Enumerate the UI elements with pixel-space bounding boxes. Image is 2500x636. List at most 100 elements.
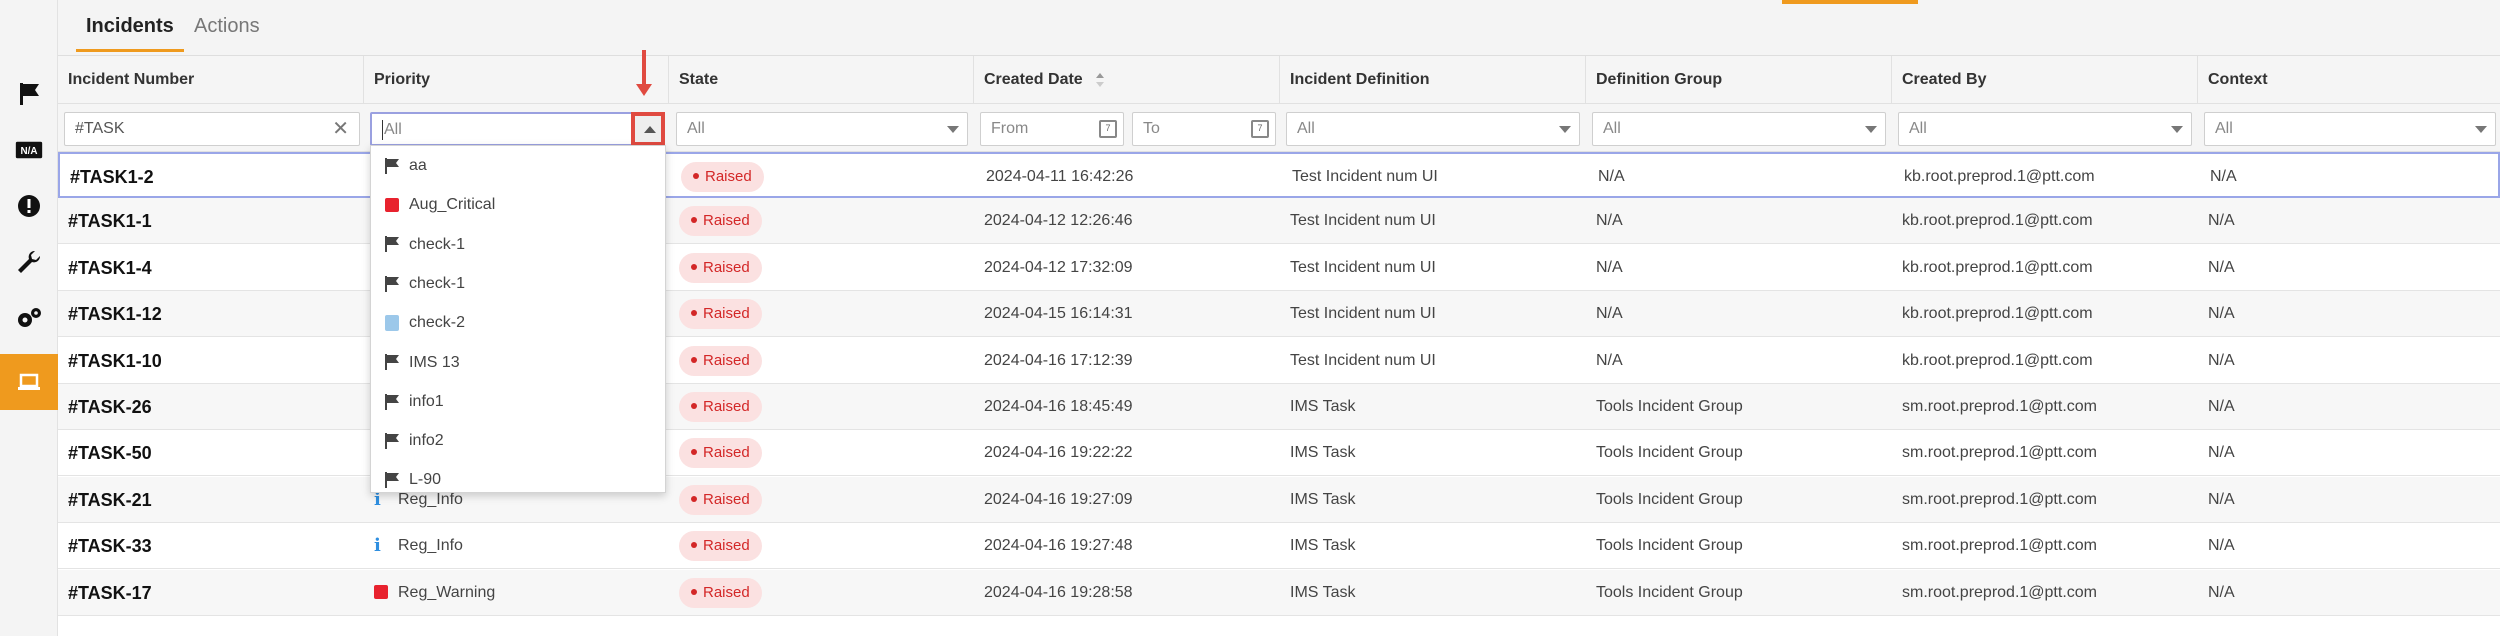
created-by-filter-select[interactable]: All xyxy=(1898,112,2192,146)
gears-icon xyxy=(18,308,41,327)
sidebar-item-na[interactable]: N/A xyxy=(0,122,58,178)
status-label: Raised xyxy=(703,305,750,323)
header-created-date[interactable]: Created Date xyxy=(974,56,1280,104)
tab-incidents[interactable]: Incidents xyxy=(76,12,184,52)
incident-number-cell[interactable]: #TASK1-4 xyxy=(58,245,364,291)
incident-definition-filter-value: All xyxy=(1297,120,1315,137)
flag-icon xyxy=(385,275,399,292)
flag-icon xyxy=(385,157,399,174)
incident-definition-cell: Test Incident num UI xyxy=(1290,351,1436,369)
priority-option[interactable]: L-90 xyxy=(371,460,665,492)
context-filter-value: All xyxy=(2215,120,2233,137)
priority-option[interactable]: IMS 13 xyxy=(371,343,665,382)
clear-icon[interactable]: ✕ xyxy=(332,113,349,145)
incident-number-cell[interactable]: #TASK1-2 xyxy=(60,154,366,200)
calendar-icon[interactable]: 7 xyxy=(1251,120,1269,138)
header-created-by[interactable]: Created By xyxy=(1892,56,2198,104)
created-date-cell: 2024-04-16 17:12:39 xyxy=(984,351,1133,369)
tab-actions[interactable]: Actions xyxy=(194,12,260,52)
status-dot-icon xyxy=(691,449,697,456)
date-to-placeholder: To xyxy=(1143,120,1160,137)
created-by-cell: kb.root.preprod.1@ptt.com xyxy=(1902,212,2093,230)
sidebar-item-incidents[interactable] xyxy=(0,66,58,122)
calendar-icon[interactable]: 7 xyxy=(1099,120,1117,138)
flag-icon xyxy=(385,432,399,449)
created-date-cell: 2024-04-16 19:27:09 xyxy=(984,490,1133,508)
status-badge: Raised xyxy=(679,484,762,515)
priority-option-label: aa xyxy=(409,157,427,174)
incident-number-cell[interactable]: #TASK-21 xyxy=(58,477,364,523)
status-dot-icon xyxy=(691,310,697,317)
context-cell: N/A xyxy=(2208,537,2235,555)
incident-number-cell[interactable]: #TASK-50 xyxy=(58,430,364,476)
incident-number-cell[interactable]: #TASK1-10 xyxy=(58,338,364,384)
status-label: Raised xyxy=(705,168,752,185)
priority-cell: Reg_Warning xyxy=(364,570,669,616)
flag-icon xyxy=(385,354,399,371)
context-cell: N/A xyxy=(2208,351,2235,369)
created-date-cell: 2024-04-12 17:32:09 xyxy=(984,258,1133,276)
priority-option-label: Aug_Critical xyxy=(409,196,496,214)
priority-option[interactable]: check-1 xyxy=(371,264,665,303)
priority-option-label: check-1 xyxy=(409,274,466,292)
incident-number-filter-value: #TASK xyxy=(75,120,125,137)
created-date-cell: 2024-04-16 19:28:58 xyxy=(984,583,1133,601)
date-from-input[interactable]: From 7 xyxy=(980,112,1124,146)
header-state[interactable]: State xyxy=(669,56,974,104)
header-context[interactable]: Context xyxy=(2198,56,2500,104)
definition-group-cell: Tools Incident Group xyxy=(1596,444,1743,462)
sidebar-item-settings[interactable] xyxy=(0,290,58,346)
date-to-input[interactable]: To 7 xyxy=(1132,112,1276,146)
definition-group-cell: N/A xyxy=(1598,168,1625,185)
sidebar-item-tools[interactable] xyxy=(0,234,58,290)
priority-option[interactable]: info1 xyxy=(371,382,665,421)
incident-definition-cell: IMS Task xyxy=(1290,583,1356,601)
header-incident-number[interactable]: Incident Number xyxy=(58,56,364,104)
status-label: Raised xyxy=(703,444,750,462)
status-label: Raised xyxy=(703,398,750,415)
priority-cell: i Reg_Info xyxy=(364,523,669,569)
table-row[interactable]: #TASK-17 Reg_Warning Raised 2024-04-16 19:2… xyxy=(58,569,2500,616)
priority-filter-select[interactable]: All xyxy=(370,112,665,146)
priority-option[interactable]: Aug_Critical xyxy=(371,185,665,224)
incident-definition-cell: IMS Task xyxy=(1290,537,1356,555)
priority-option[interactable]: info2 xyxy=(371,421,665,460)
priority-option[interactable]: check-2 xyxy=(371,303,665,342)
incident-number-cell[interactable]: #TASK-33 xyxy=(58,523,364,569)
incident-number-cell[interactable]: #TASK-26 xyxy=(58,384,364,430)
priority-option-label: check-1 xyxy=(409,235,466,253)
header-priority[interactable]: Priority xyxy=(364,56,669,104)
sidebar-item-alerts[interactable] xyxy=(0,178,58,234)
header-definition-group[interactable]: Definition Group xyxy=(1586,56,1892,104)
date-from-placeholder: From xyxy=(991,120,1029,137)
definition-group-cell: Tools Incident Group xyxy=(1596,398,1743,415)
flag-icon xyxy=(385,472,399,489)
incident-number-filter[interactable]: #TASK ✕ xyxy=(64,112,360,146)
priority-dropdown-toggle[interactable] xyxy=(631,112,665,146)
created-by-cell: sm.root.preprod.1@ptt.com xyxy=(1902,444,2097,462)
status-label: Raised xyxy=(703,490,750,508)
definition-group-cell: N/A xyxy=(1596,212,1623,230)
header-incident-definition[interactable]: Incident Definition xyxy=(1280,56,1586,104)
status-badge: Raised xyxy=(679,438,762,469)
sidebar-item-workstation[interactable] xyxy=(0,354,58,410)
definition-group-cell: N/A xyxy=(1596,305,1623,323)
definition-group-cell: N/A xyxy=(1596,258,1623,276)
laptop-icon xyxy=(18,373,40,390)
definition-group-filter-select[interactable]: All xyxy=(1592,112,1886,146)
state-filter-select[interactable]: All xyxy=(676,112,968,146)
incident-number-cell[interactable]: #TASK-17 xyxy=(58,570,364,616)
incident-number-cell[interactable]: #TASK1-1 xyxy=(58,198,364,244)
incident-definition-cell: IMS Task xyxy=(1290,444,1356,462)
context-cell: N/A xyxy=(2210,168,2237,185)
priority-option[interactable]: aa xyxy=(371,146,665,185)
state-cell: Raised xyxy=(669,245,974,291)
table-row[interactable]: #TASK-33 i Reg_Info Raised 2024-04-16 19:27:… xyxy=(58,523,2500,570)
incident-number-cell[interactable]: #TASK1-12 xyxy=(58,291,364,337)
priority-option[interactable]: check-1 xyxy=(371,225,665,264)
status-badge: Raised xyxy=(679,252,762,283)
created-date-cell: 2024-04-12 12:26:46 xyxy=(984,212,1133,230)
status-dot-icon xyxy=(691,263,697,270)
context-filter-select[interactable]: All xyxy=(2204,112,2496,146)
incident-definition-filter-select[interactable]: All xyxy=(1286,112,1580,146)
